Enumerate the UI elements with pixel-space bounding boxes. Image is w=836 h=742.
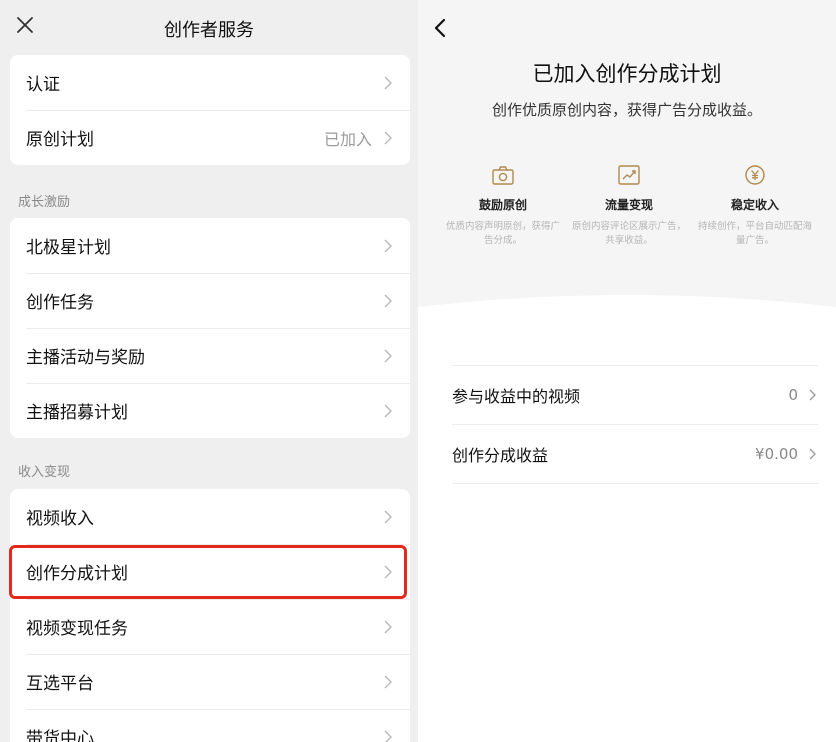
growth-card: 北极星计划 创作任务 主播活动与奖励 主播招募计划 bbox=[10, 218, 410, 438]
menu-item-label: 带货中心 bbox=[26, 729, 94, 742]
menu-item-label: 创作任务 bbox=[26, 293, 94, 313]
chevron-right-icon bbox=[384, 76, 392, 89]
yen-coin-icon bbox=[745, 165, 765, 185]
chevron-right-icon bbox=[384, 131, 392, 144]
menu-item-label: 原创计划 bbox=[26, 130, 94, 150]
chevron-right-icon bbox=[384, 404, 392, 417]
row-label: 参与收益中的视频 bbox=[452, 387, 581, 406]
revenue-sharing-detail-panel: 已加入创作分成计划 创作优质原创内容，获得广告分成收益。 鼓励原创 优质内容声明… bbox=[418, 0, 836, 742]
menu-item-streamer-activities[interactable]: 主播活动与奖励 bbox=[10, 328, 410, 383]
chevron-right-icon bbox=[384, 294, 392, 307]
hero-curve bbox=[418, 285, 836, 325]
plan-title: 已加入创作分成计划 bbox=[532, 62, 722, 86]
chevron-right-icon bbox=[384, 730, 392, 742]
joined-status: 已加入 bbox=[323, 129, 372, 149]
feature-desc: 持续创作，平台自动匹配海量广告。 bbox=[697, 221, 812, 246]
income-card: 视频收入 创作分成计划 视频变现任务 互选平台 带货中心 bbox=[10, 489, 410, 742]
section-title-income: 收入变现 bbox=[18, 465, 71, 480]
section-title-growth: 成长激励 bbox=[18, 195, 71, 210]
menu-item-label: 主播活动与奖励 bbox=[26, 348, 145, 368]
menu-item-revenue-sharing-plan[interactable]: 创作分成计划 bbox=[10, 544, 410, 599]
creator-services-panel: 创作者服务 认证 原创计划 已加入 成长激励 北极星计划 创作任务 主播活动与奖… bbox=[0, 0, 418, 742]
feature-desc: 优质内容声明原创，获得广告分成。 bbox=[445, 221, 560, 246]
menu-item-label: 视频收入 bbox=[26, 509, 94, 529]
feature-encourage-original: 鼓励原创 优质内容声明原创，获得广告分成。 bbox=[438, 164, 568, 248]
chevron-right-icon bbox=[384, 565, 392, 578]
chevron-right-icon bbox=[809, 448, 816, 460]
chevron-right-icon bbox=[384, 349, 392, 362]
menu-item-mutual-selection-platform[interactable]: 互选平台 bbox=[10, 654, 410, 709]
revenue-amount: ¥0.00 bbox=[755, 445, 798, 463]
top-bar: 创作者服务 bbox=[0, 0, 418, 52]
chevron-right-icon bbox=[384, 510, 392, 523]
menu-item-commerce-center[interactable]: 带货中心 bbox=[10, 709, 410, 742]
hero-banner bbox=[418, 0, 836, 310]
plan-subtitle: 创作优质原创内容，获得广告分成收益。 bbox=[491, 101, 762, 119]
verification-card: 认证 原创计划 已加入 bbox=[10, 55, 410, 165]
menu-item-label: 主播招募计划 bbox=[26, 403, 128, 423]
feature-title: 流量变现 bbox=[604, 198, 653, 212]
feature-title: 鼓励原创 bbox=[478, 198, 527, 212]
participating-videos-count: 0 bbox=[788, 386, 798, 404]
menu-item-north-star[interactable]: 北极星计划 bbox=[10, 218, 410, 273]
chevron-right-icon bbox=[384, 620, 392, 633]
feature-traffic-monetization: 流量变现 原创内容评论区展示广告，共享收益。 bbox=[564, 164, 694, 248]
menu-item-video-income[interactable]: 视频收入 bbox=[10, 489, 410, 544]
chevron-right-icon bbox=[384, 239, 392, 252]
menu-item-label: 创作分成计划 bbox=[26, 564, 128, 584]
feature-stable-income: 稳定收入 持续创作，平台自动匹配海量广告。 bbox=[690, 164, 820, 248]
menu-item-label: 视频变现任务 bbox=[26, 619, 128, 639]
chevron-right-icon bbox=[809, 389, 816, 401]
chevron-right-icon bbox=[384, 675, 392, 688]
row-participating-videos[interactable]: 参与收益中的视频 0 bbox=[452, 365, 818, 424]
page-title: 创作者服务 bbox=[164, 20, 254, 41]
menu-item-label: 互选平台 bbox=[26, 674, 94, 694]
menu-item-creation-tasks[interactable]: 创作任务 bbox=[10, 273, 410, 328]
back-arrow-icon[interactable] bbox=[434, 18, 446, 38]
menu-item-label: 认证 bbox=[26, 75, 60, 95]
row-label: 创作分成收益 bbox=[452, 446, 549, 465]
menu-item-video-monetization-tasks[interactable]: 视频变现任务 bbox=[10, 599, 410, 654]
menu-item-label: 北极星计划 bbox=[26, 238, 111, 258]
feature-desc: 原创内容评论区展示广告，共享收益。 bbox=[571, 221, 686, 246]
menu-item-streamer-recruitment[interactable]: 主播招募计划 bbox=[10, 383, 410, 438]
menu-item-certification[interactable]: 认证 bbox=[10, 55, 410, 110]
camera-icon bbox=[492, 166, 514, 185]
menu-item-original-plan[interactable]: 原创计划 已加入 bbox=[10, 110, 410, 165]
row-revenue-earnings[interactable]: 创作分成收益 ¥0.00 bbox=[452, 424, 818, 484]
feature-title: 稳定收入 bbox=[730, 198, 779, 212]
trend-chart-icon bbox=[618, 165, 640, 185]
